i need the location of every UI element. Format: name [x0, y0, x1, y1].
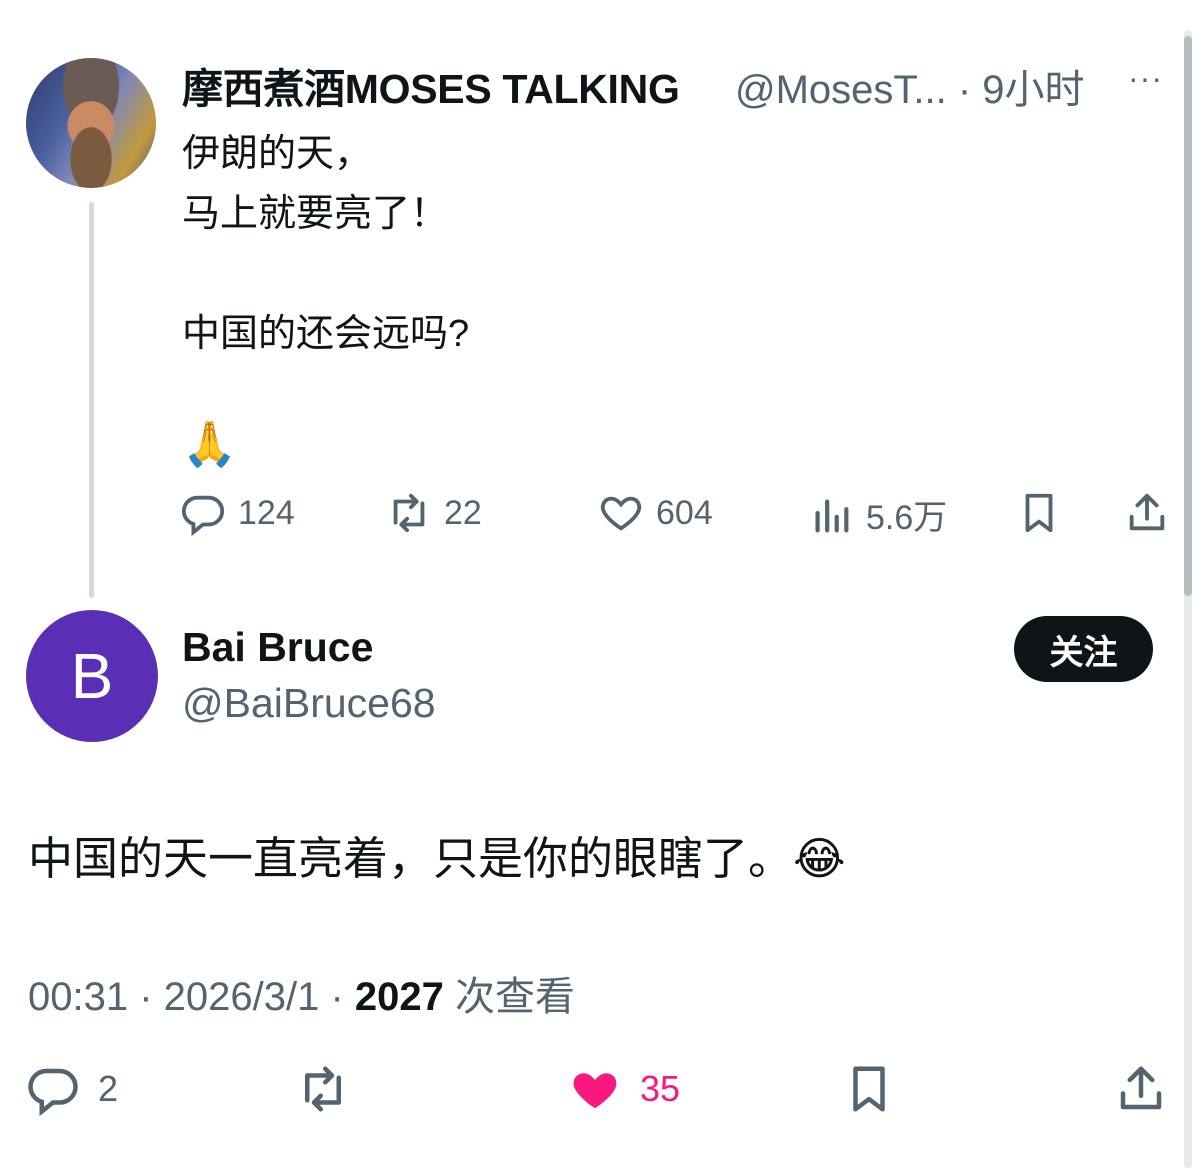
parent-retweet-count: 22	[444, 493, 482, 532]
parent-views-button[interactable]: 5.6万	[808, 490, 947, 539]
reply-like-count: 35	[640, 1068, 681, 1109]
reply-meta: 00:31 · 2026/3/1 · 2027 次查看	[28, 964, 575, 1022]
reply-reply-button[interactable]: 2	[26, 1062, 118, 1116]
parent-text-emoji: 🙏	[182, 420, 237, 469]
reply-icon	[28, 1068, 78, 1116]
parent-author-avatar[interactable]	[26, 58, 156, 188]
parent-text-line-3: 中国的还会远吗?	[182, 313, 470, 355]
views-icon	[815, 498, 849, 532]
parent-reply-button[interactable]: 124	[180, 490, 295, 536]
reply-timestamp[interactable]: 00:31 · 2026/3/1 ·	[28, 975, 355, 1019]
more-icon[interactable]: ···	[1128, 60, 1163, 97]
parent-author-name[interactable]: 摩西煮酒MOSES TALKING	[182, 55, 680, 115]
reply-author-avatar[interactable]: B	[26, 610, 158, 742]
parent-share-button[interactable]	[1124, 490, 1170, 536]
parent-text-line-2: 马上就要亮了！	[182, 193, 449, 235]
parent-handle-time[interactable]: @MosesT... · 9小时	[735, 57, 1085, 115]
retweet-icon	[305, 1066, 341, 1112]
parent-like-count: 604	[656, 493, 713, 532]
reply-icon	[181, 495, 225, 536]
share-icon	[1120, 1066, 1162, 1110]
reply-author-name[interactable]: Bai Bruce	[182, 624, 373, 671]
parent-like-button[interactable]: 604	[598, 490, 713, 536]
parent-action-bar: 124 22 604 5.6万	[0, 490, 1200, 540]
like-icon	[573, 1073, 617, 1109]
reply-retweet-button[interactable]	[296, 1062, 350, 1116]
reply-views-number: 2027	[354, 975, 444, 1019]
like-icon	[600, 496, 642, 531]
reply-bookmark-button[interactable]	[842, 1062, 896, 1116]
bookmark-icon	[853, 1066, 885, 1112]
reply-reply-count: 2	[98, 1068, 119, 1109]
reply-views-label: 次查看	[443, 975, 576, 1019]
parent-retweet-button[interactable]: 22	[386, 490, 482, 536]
reply-action-bar: 2 35	[0, 1062, 1200, 1118]
parent-reply-count: 124	[238, 493, 295, 532]
reply-author-handle[interactable]: @BaiBruce68	[182, 680, 436, 727]
follow-button[interactable]: 关注	[1014, 616, 1153, 682]
bookmark-icon	[1025, 493, 1053, 533]
parent-views-count: 5.6万	[866, 499, 948, 537]
reply-share-button[interactable]	[1114, 1062, 1168, 1116]
share-icon	[1129, 493, 1165, 531]
parent-text-line-1: 伊朗的天，	[182, 133, 373, 175]
reply-text: 中国的天一直亮着，只是你的眼瞎了。😂	[28, 833, 846, 884]
retweet-icon	[393, 493, 425, 533]
parent-bookmark-button[interactable]	[1016, 490, 1062, 536]
reply-like-button[interactable]: 35	[568, 1062, 680, 1116]
